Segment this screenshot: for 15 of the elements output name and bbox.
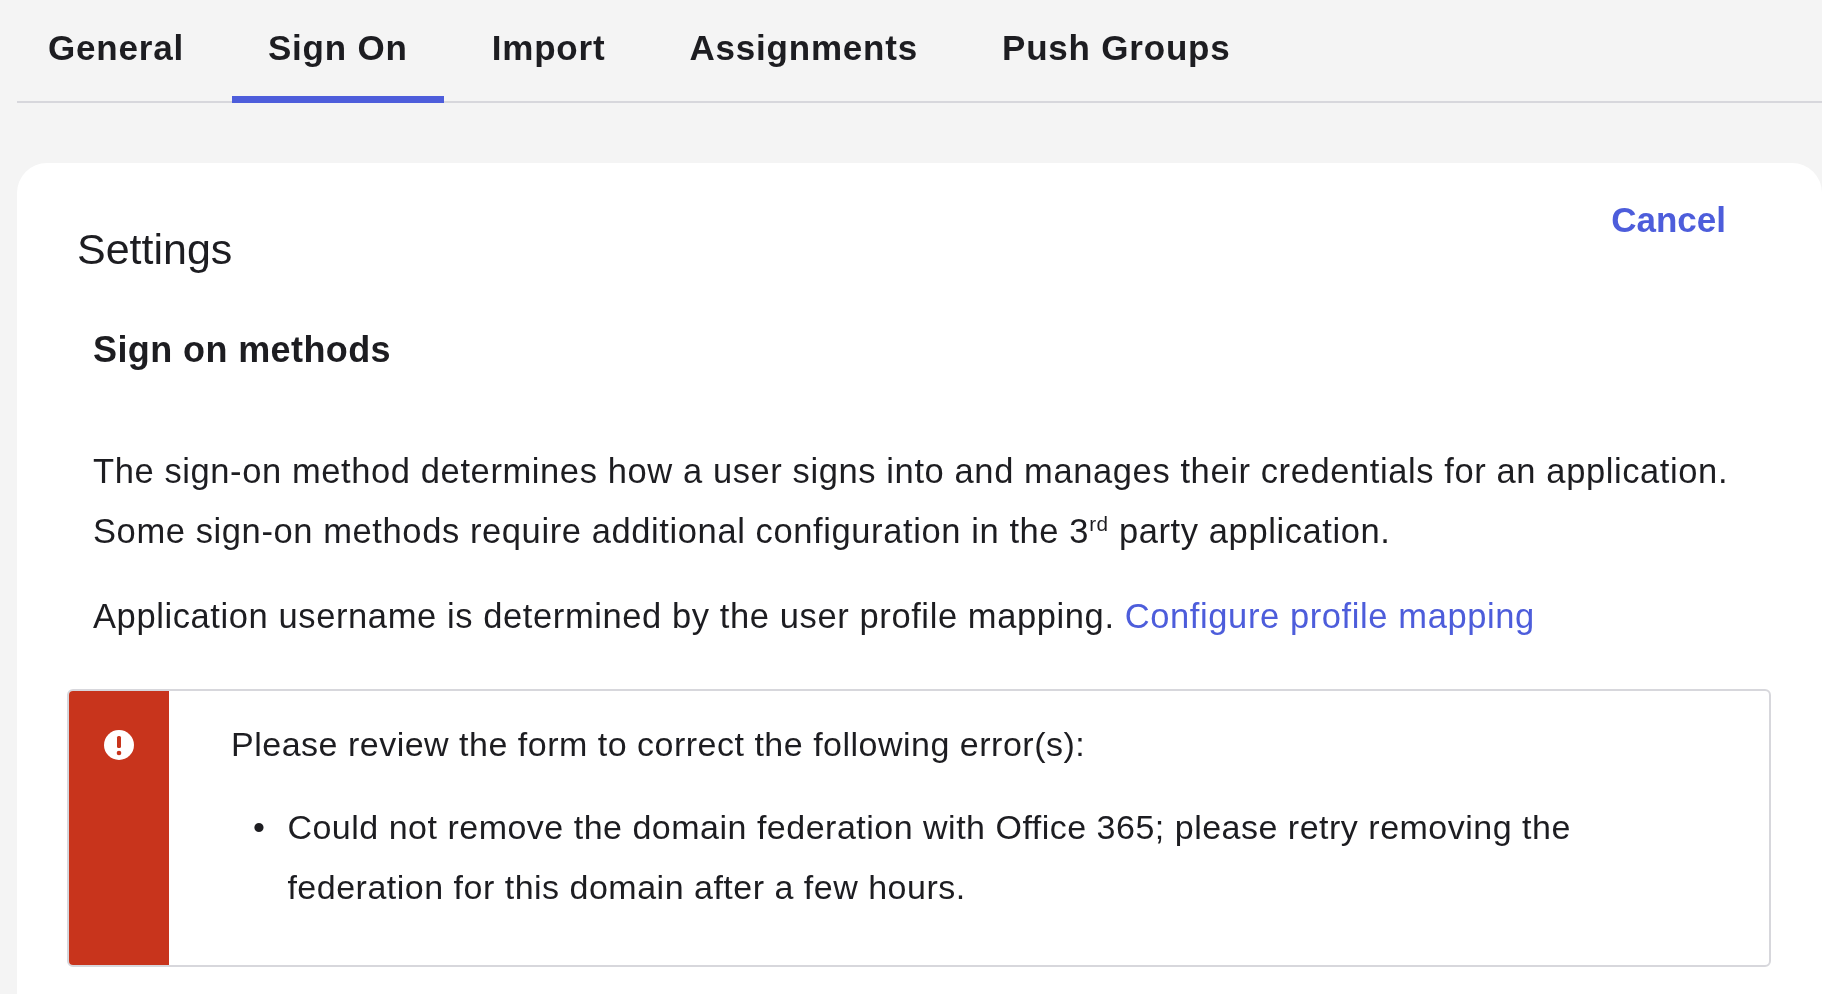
tab[interactable]: Assignments xyxy=(653,0,954,103)
mapping-text: Application username is determined by the user profile mapping. xyxy=(93,597,1115,635)
configure-link[interactable]: Configure profile mapping xyxy=(1124,597,1535,635)
tab[interactable]: Sign On xyxy=(231,0,444,103)
panel-title: Settings xyxy=(77,225,233,274)
bullet-marker: • xyxy=(253,807,266,848)
tab[interactable]: Import xyxy=(455,0,642,103)
error-message: Could not remove the domain federation with Office 365; please retry removing the federation for this domain after a few hours. xyxy=(287,807,1572,908)
error-icon xyxy=(103,729,135,761)
description-text: The sign-on method determines how a user signs into and manages their credentials for an application. Some sign-on methods require additional configuration in the 3$^{rd}$ party application. xyxy=(93,451,1730,552)
section-heading: Sign on methods xyxy=(93,329,392,371)
tab[interactable]: General xyxy=(17,0,220,103)
error-heading: Please review the form to correct the following error(s): xyxy=(231,724,1087,765)
cancel-link[interactable]: Cancel xyxy=(1611,200,1726,240)
tab[interactable]: Push Groups xyxy=(966,0,1267,103)
